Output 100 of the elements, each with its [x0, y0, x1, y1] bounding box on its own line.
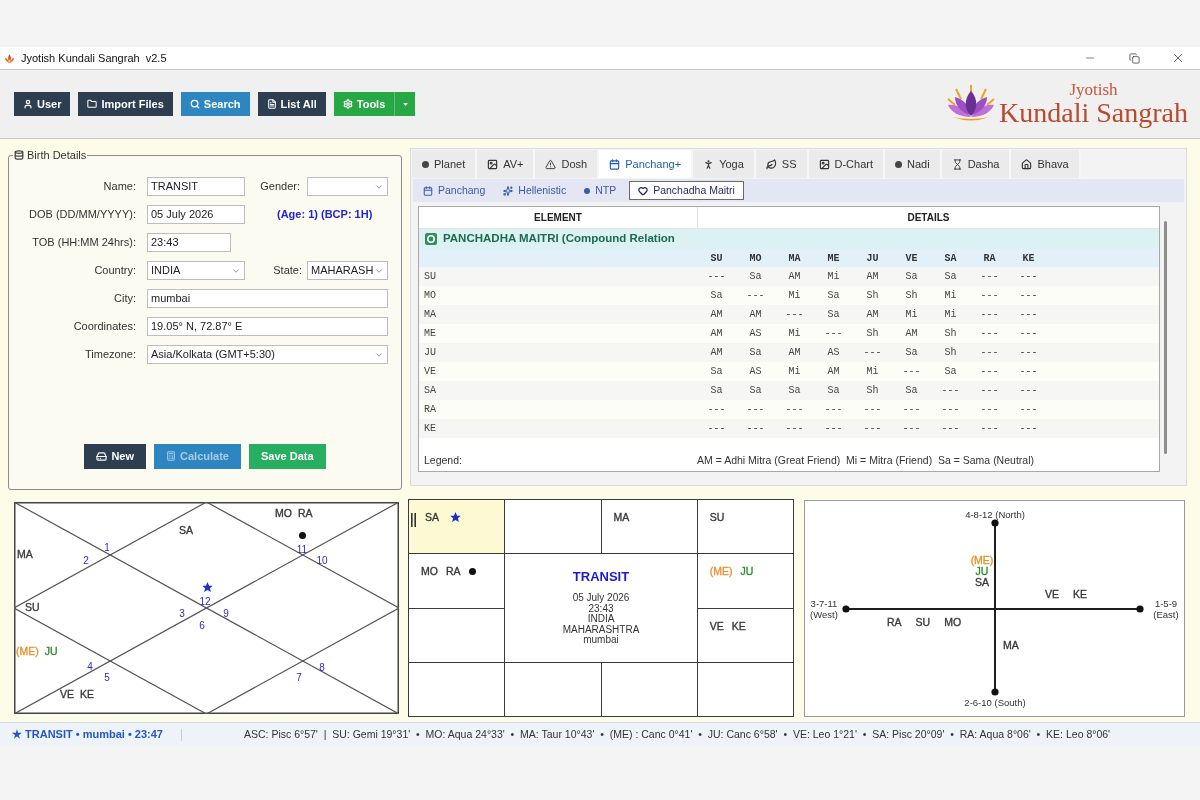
sparkle-icon — [503, 185, 514, 196]
direction-label: 4-8-12 (North) — [965, 508, 1025, 520]
table-cell-text: Sa — [904, 384, 919, 398]
toolbar-button[interactable]: Search — [180, 92, 250, 116]
tab[interactable]: Dasha — [941, 150, 1012, 178]
table-cell-text: Mi — [904, 308, 919, 322]
direction-label: 2-6-10 (South) — [964, 696, 1026, 708]
direction-label: 1-5-9 (East) — [1152, 597, 1180, 620]
planet-label: MA — [613, 511, 630, 523]
sub-tab[interactable]: Panchang — [415, 181, 494, 200]
sub-tab[interactable]: NTP — [576, 181, 625, 200]
warning-icon — [545, 158, 557, 170]
tab[interactable]: D-Chart — [808, 150, 886, 178]
column-header: KE — [1021, 251, 1036, 266]
calendar-icon — [609, 158, 621, 170]
table-cell-text: Sa — [943, 365, 958, 379]
double-bar-icon — [411, 513, 416, 527]
table-cell-text: Sa — [748, 384, 763, 398]
row-label: KE — [424, 423, 436, 434]
table-cell-text: --- — [1018, 327, 1039, 341]
tab[interactable]: Dosh — [535, 150, 600, 178]
table-cell-text: Sa — [826, 384, 841, 398]
house-number: 2 — [83, 554, 89, 566]
table-cell-text: Sa — [787, 384, 802, 398]
text-field[interactable]: 05 July 2026 — [147, 205, 245, 224]
text-field[interactable]: mumbai — [147, 289, 388, 308]
planet-label: VE — [709, 619, 724, 632]
house-icon — [1021, 158, 1033, 170]
planet-label: VE — [1045, 588, 1059, 600]
planet-label: MA — [17, 548, 33, 560]
tab[interactable]: Nadi — [885, 150, 942, 178]
column-header: MA — [787, 251, 802, 266]
table-cell-text: Sa — [748, 270, 763, 284]
field-label: Name: — [102, 179, 136, 195]
chart-detail-text: MAHARASHTRA — [562, 624, 640, 635]
toolbar-button[interactable]: User — [14, 92, 71, 116]
table-cell-text: --- — [784, 422, 805, 436]
sub-tab[interactable]: Panchadha Maitri — [629, 181, 744, 200]
chart-title: TRANSIT — [572, 567, 630, 586]
sub-tab[interactable]: Hellenistic — [495, 181, 575, 200]
table-cell-text: --- — [1018, 346, 1039, 360]
planet-label: (ME) — [970, 554, 994, 566]
planet-label: RA — [297, 507, 313, 519]
legend-text: AM = Adhi Mitra (Great Friend) Mi = Mitra (Friend) Sa = Sama (Neutral) — [697, 453, 1034, 469]
table-cell-text: Mi — [787, 365, 802, 379]
scrollbar[interactable] — [1164, 221, 1167, 454]
planet-label: VE — [60, 688, 74, 700]
circle-icon — [422, 160, 429, 168]
table-cell-text: --- — [979, 346, 1000, 360]
dropdown-field[interactable]: INDIA — [147, 261, 245, 280]
leaf-icon — [765, 158, 777, 170]
tab[interactable]: Bhava — [1011, 150, 1081, 178]
dropdown-field[interactable] — [307, 177, 388, 196]
table-cell-text: --- — [979, 270, 1000, 284]
table-cell-text: Sa — [709, 289, 724, 303]
row-label: SA — [424, 385, 436, 396]
dropdown-button[interactable] — [394, 92, 416, 116]
table-cell-text: --- — [862, 346, 883, 360]
table-cell-text: --- — [979, 422, 1000, 436]
table-cell-text: Mi — [787, 289, 802, 303]
planet-label: RA — [445, 565, 461, 578]
column-header: ELEMENT — [533, 211, 583, 225]
planet-label: MO — [421, 565, 438, 578]
table-cell-text: --- — [940, 422, 961, 436]
form-button[interactable]: New — [84, 443, 147, 469]
lotus-icon — [4, 52, 15, 64]
text-field[interactable]: TRANSIT — [147, 177, 245, 196]
tab[interactable]: Panchang+ — [599, 150, 694, 178]
table-cell-text: --- — [706, 422, 727, 436]
field-label: Coordinates: — [72, 319, 136, 335]
table-cell-text: --- — [979, 384, 1000, 398]
calculator-icon — [166, 451, 177, 461]
field-label: TOB (HH:MM 24hrs): — [31, 235, 136, 251]
dropdown-field[interactable]: MAHARASH — [307, 261, 388, 280]
table-cell-text: --- — [862, 403, 883, 417]
table-cell-text: Sh — [865, 384, 880, 398]
tab[interactable]: AV+ — [477, 150, 536, 178]
table-cell-text: Mi — [787, 327, 802, 341]
tab[interactable]: Planet — [412, 150, 478, 178]
table-cell-text: --- — [784, 308, 805, 322]
table-cell-text: Sh — [865, 327, 880, 341]
table-cell-text: --- — [706, 270, 727, 284]
text-field[interactable]: 19.05° N, 72.87° E — [147, 317, 388, 336]
table-cell-text: AM — [865, 308, 880, 322]
hourglass-icon — [951, 158, 963, 170]
tab[interactable]: SS — [755, 150, 809, 178]
table-cell-text: --- — [979, 289, 1000, 303]
group-title: Birth Details — [27, 148, 87, 163]
toolbar-button[interactable]: Import Files — [78, 92, 173, 116]
house-number: 3 — [179, 607, 185, 619]
toolbar-button[interactable]: List All — [257, 92, 326, 116]
calendar-icon — [423, 185, 433, 196]
text-field[interactable]: 23:43 — [147, 233, 231, 252]
planet-label: SA — [975, 576, 989, 588]
table-cell-text: --- — [901, 422, 922, 436]
table-cell-text: AM — [787, 270, 802, 284]
dropdown-field[interactable]: Asia/Kolkata (GMT+5:30) — [147, 345, 388, 364]
table-cell-text: --- — [979, 308, 1000, 322]
field-label: City: — [113, 291, 136, 307]
tab[interactable]: Yoga — [693, 150, 756, 178]
